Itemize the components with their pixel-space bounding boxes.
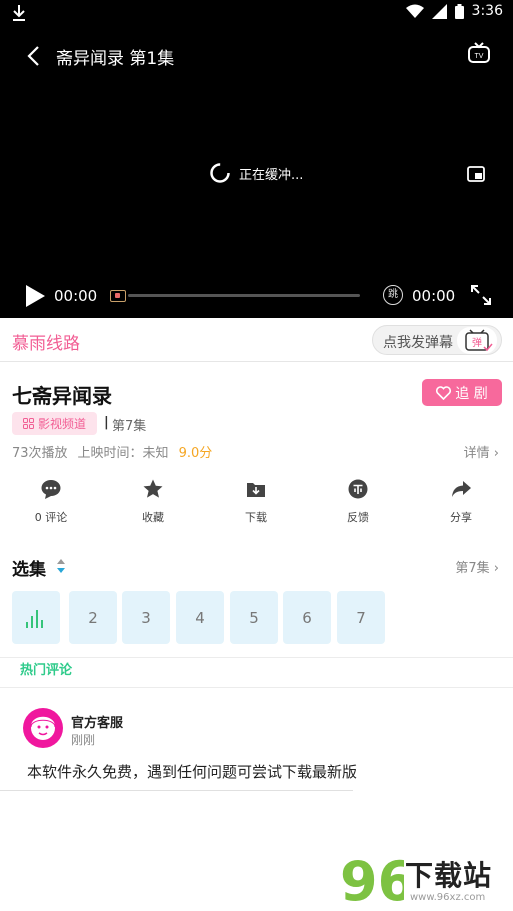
episode-item[interactable]: 3 (122, 591, 170, 644)
battery-icon (454, 3, 464, 19)
download-notification-icon (13, 5, 25, 21)
comment-time: 刚刚 (71, 733, 96, 747)
feedback-label: 反馈 (347, 511, 369, 524)
meta-row: 73次播放 上映时间：未知 9.0分 (12, 442, 212, 461)
back-icon[interactable] (22, 44, 48, 68)
comment-text: 本软件永久免费，遇到任何问题可尝试下载最新版 (27, 763, 358, 781)
watermark-text: 下载站 (405, 859, 493, 892)
chevron-right-icon: › (493, 561, 499, 576)
loading-spinner-icon (210, 163, 230, 183)
current-time: 00:00 (54, 287, 98, 305)
share-label: 分享 (450, 511, 472, 524)
avatar[interactable] (23, 708, 63, 748)
grid-icon (22, 418, 34, 429)
favorite-label: 收藏 (142, 511, 164, 524)
channel-tag-label: 影视频道 (37, 417, 86, 431)
favorite-button[interactable]: 收藏 (118, 478, 188, 525)
heart-icon (436, 385, 452, 400)
comment-button[interactable]: 0 评论 (16, 478, 86, 525)
episode-item[interactable]: 5 (230, 591, 278, 644)
hot-comments-title: 热门评论 (20, 663, 73, 678)
status-bar: 3:36 (0, 0, 513, 26)
feedback-icon (348, 479, 368, 499)
fullscreen-icon[interactable] (470, 284, 492, 306)
divider (0, 687, 513, 688)
episode-selector-current[interactable]: 第7集 › (455, 557, 499, 576)
episode-item[interactable]: 2 (69, 591, 117, 644)
release-date: 上映时间：未知 (77, 446, 169, 461)
route-name[interactable]: 慕雨线路 (12, 329, 80, 354)
channel-tag[interactable]: 影视频道 (12, 412, 97, 435)
signal-icon (431, 3, 447, 19)
divider (0, 657, 513, 658)
status-time: 3:36 (471, 3, 503, 19)
support-avatar-icon (30, 715, 56, 740)
route-row: 慕雨线路 点我发弹幕 弹 (0, 318, 513, 362)
sort-icon[interactable] (56, 558, 66, 574)
episode-item[interactable]: 6 (283, 591, 331, 644)
feedback-button[interactable]: 反馈 (323, 478, 393, 525)
svg-text:96: 96 (340, 850, 404, 911)
playing-equalizer-icon (26, 609, 43, 628)
danmu-toggle[interactable]: 弹 (457, 327, 497, 354)
download-button[interactable]: 下载 (221, 478, 291, 525)
action-bar: 0 评论 收藏 下载 反馈 分享 (0, 478, 513, 528)
episode-item[interactable]: 7 (337, 591, 385, 644)
player-controls: 00:00 跳 00:00 (0, 280, 513, 310)
divider (0, 790, 353, 791)
site-watermark: 96 下载站 www.96xz.com (340, 848, 513, 911)
send-danmu-button[interactable]: 点我发弹幕 弹 (372, 325, 502, 355)
current-episode-label: 第7集 (112, 419, 147, 434)
progress-thumb[interactable] (110, 290, 126, 302)
comment-author: 官方客服 (71, 716, 124, 731)
episode-separator: | (104, 415, 109, 430)
details-link[interactable]: 详情 › (464, 442, 499, 461)
episode-item[interactable]: 4 (176, 591, 224, 644)
chevron-right-icon: › (493, 446, 499, 461)
episode-selector-title: 选集 (12, 560, 46, 580)
share-button[interactable]: 分享 (426, 478, 496, 525)
video-title: 斋异闻录 第1集 (56, 49, 175, 69)
skip-intro-button[interactable]: 跳 (383, 285, 403, 305)
rating: 9.0分 (178, 446, 213, 461)
download-label: 下载 (245, 511, 267, 524)
share-icon (452, 481, 471, 497)
watermark-logo: 96 (340, 850, 415, 911)
watermark-url: www.96xz.com (410, 892, 486, 903)
play-count: 73次播放 (12, 446, 68, 461)
buffering-indicator: 正在缓冲... (209, 162, 303, 184)
status-right: 3:36 (405, 3, 503, 19)
show-title: 七斋异闻录 (12, 384, 112, 408)
video-player[interactable]: 3:36 斋异闻录 第1集 TV 正在缓冲... 00:00 跳 00:00 (0, 0, 513, 318)
episode-current-label: 第7集 (455, 561, 490, 576)
follow-button[interactable]: 追 剧 (422, 379, 502, 406)
star-icon (143, 479, 163, 498)
episode-item-playing[interactable] (12, 591, 60, 644)
total-time: 00:00 (412, 287, 456, 305)
comment-label: 0 评论 (34, 511, 68, 524)
player-top-bar: 斋异闻录 第1集 TV (0, 36, 513, 76)
tv-cast-icon[interactable]: TV (467, 42, 491, 66)
details-label: 详情 (463, 446, 490, 461)
buffering-text: 正在缓冲... (239, 167, 304, 183)
danmu-icon-label: 弹 (472, 336, 482, 349)
comment-icon (41, 480, 61, 499)
page: 3:36 斋异闻录 第1集 TV 正在缓冲... 00:00 跳 00:00 慕… (0, 0, 513, 911)
play-icon[interactable] (24, 284, 46, 308)
danmu-icon: 弹 (465, 329, 493, 352)
svg-text:TV: TV (475, 53, 484, 60)
download-icon (247, 483, 265, 497)
follow-label: 追 剧 (455, 385, 488, 402)
picture-in-picture-icon[interactable] (467, 166, 485, 182)
progress-track[interactable] (128, 294, 360, 297)
wifi-icon (405, 4, 424, 18)
danmu-label: 点我发弹幕 (383, 335, 453, 351)
